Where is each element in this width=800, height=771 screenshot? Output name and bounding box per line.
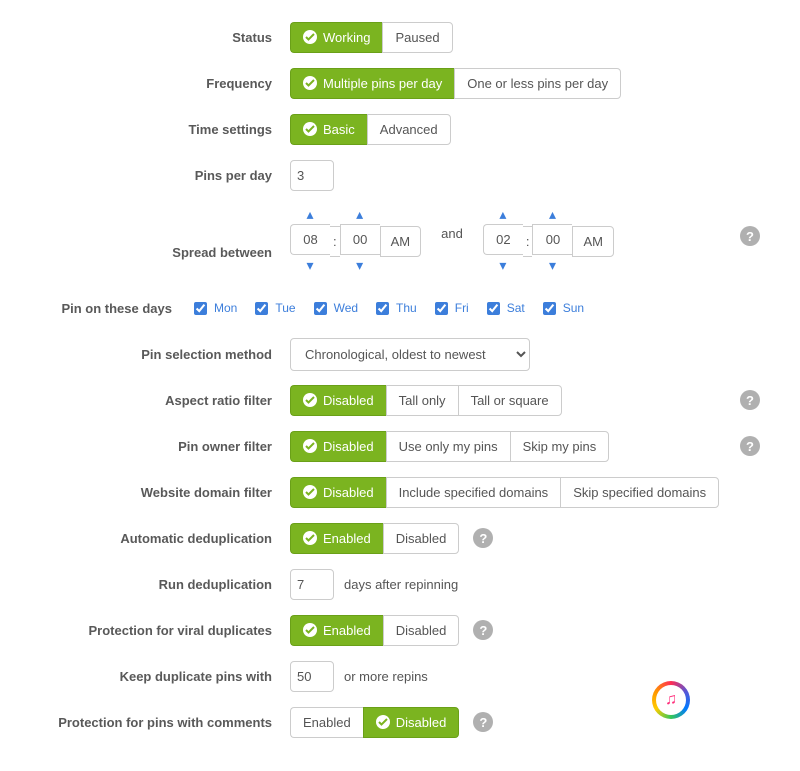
day-thu[interactable]: Thu (372, 299, 417, 318)
comments-label: Protection for pins with comments (30, 715, 290, 730)
owner-label: Pin owner filter (30, 439, 290, 454)
domain-label: Website domain filter (30, 485, 290, 500)
run-dedup-label: Run deduplication (30, 577, 290, 592)
pins-per-day-label: Pins per day (30, 168, 290, 183)
day-wed-checkbox[interactable] (314, 302, 327, 315)
day-sun-checkbox[interactable] (543, 302, 556, 315)
spread-from-time: ▴ ▾ : ▴ ▾ AM (290, 204, 421, 279)
frequency-multiple-button[interactable]: Multiple pins per day (290, 68, 454, 99)
chevron-up-icon[interactable]: ▴ (306, 204, 313, 224)
check-icon (303, 531, 317, 545)
day-mon[interactable]: Mon (190, 299, 237, 318)
status-label: Status (30, 30, 290, 45)
check-icon (303, 122, 317, 136)
keep-dup-input[interactable] (290, 661, 334, 692)
day-fri[interactable]: Fri (431, 299, 469, 318)
day-fri-checkbox[interactable] (435, 302, 448, 315)
spread-from-ampm[interactable]: AM (380, 226, 422, 257)
domain-disabled-button[interactable]: Disabled (290, 477, 386, 508)
run-dedup-input[interactable] (290, 569, 334, 600)
viral-enabled-button[interactable]: Enabled (290, 615, 383, 646)
time-basic-label: Basic (323, 122, 355, 137)
day-sun[interactable]: Sun (539, 299, 584, 318)
check-icon (303, 485, 317, 499)
check-icon (303, 30, 317, 44)
status-working-label: Working (323, 30, 370, 45)
spread-to-time: ▴ ▾ : ▴ ▾ AM (483, 204, 614, 279)
owner-skip-button[interactable]: Skip my pins (510, 431, 610, 462)
owner-mine-button[interactable]: Use only my pins (386, 431, 510, 462)
frequency-label: Frequency (30, 76, 290, 91)
keep-dup-label: Keep duplicate pins with (30, 669, 290, 684)
spread-from-min-input[interactable] (340, 224, 380, 255)
music-icon: ♫ (652, 681, 690, 719)
aspect-tall-button[interactable]: Tall only (386, 385, 458, 416)
help-icon[interactable]: ? (740, 226, 760, 246)
frequency-multiple-label: Multiple pins per day (323, 76, 442, 91)
frequency-single-button[interactable]: One or less pins per day (454, 68, 621, 99)
dedup-enabled-button[interactable]: Enabled (290, 523, 383, 554)
help-icon[interactable]: ? (473, 620, 493, 640)
aspect-tall-square-button[interactable]: Tall or square (458, 385, 562, 416)
chevron-up-icon[interactable]: ▴ (499, 204, 506, 224)
day-tue[interactable]: Tue (251, 299, 295, 318)
time-colon: : (523, 226, 533, 257)
domain-skip-button[interactable]: Skip specified domains (560, 477, 719, 508)
time-basic-button[interactable]: Basic (290, 114, 367, 145)
spread-to-ampm[interactable]: AM (572, 226, 614, 257)
status-paused-button[interactable]: Paused (382, 22, 452, 53)
help-icon[interactable]: ? (740, 436, 760, 456)
status-toggle: Working Paused (290, 22, 453, 53)
chevron-down-icon[interactable]: ▾ (356, 255, 363, 275)
time-colon: : (330, 226, 340, 257)
dedup-disabled-button[interactable]: Disabled (383, 523, 460, 554)
day-tue-checkbox[interactable] (255, 302, 268, 315)
comments-enabled-button[interactable]: Enabled (290, 707, 363, 738)
help-icon[interactable]: ? (473, 712, 493, 732)
spread-to-hour-input[interactable] (483, 224, 523, 255)
owner-disabled-button[interactable]: Disabled (290, 431, 386, 462)
check-icon (303, 393, 317, 407)
viral-label: Protection for viral duplicates (30, 623, 290, 638)
chevron-up-icon[interactable]: ▴ (356, 204, 363, 224)
selection-method-label: Pin selection method (30, 347, 290, 362)
dedup-label: Automatic deduplication (30, 531, 290, 546)
day-sat[interactable]: Sat (483, 299, 525, 318)
time-settings-label: Time settings (30, 122, 290, 137)
chevron-down-icon[interactable]: ▾ (306, 255, 313, 275)
day-wed[interactable]: Wed (310, 299, 358, 318)
status-working-button[interactable]: Working (290, 22, 382, 53)
chevron-down-icon[interactable]: ▾ (499, 255, 506, 275)
check-icon (303, 439, 317, 453)
days-checkboxes: Mon Tue Wed Thu Fri Sat Sun (190, 299, 770, 318)
selection-method-select[interactable]: Chronological, oldest to newest (290, 338, 530, 371)
spread-to-min-input[interactable] (532, 224, 572, 255)
domain-include-button[interactable]: Include specified domains (386, 477, 561, 508)
spread-and-label: and (441, 226, 463, 241)
comments-disabled-button[interactable]: Disabled (363, 707, 460, 738)
aspect-label: Aspect ratio filter (30, 393, 290, 408)
check-icon (303, 76, 317, 90)
help-icon[interactable]: ? (740, 390, 760, 410)
chevron-up-icon[interactable]: ▴ (549, 204, 556, 224)
day-mon-checkbox[interactable] (194, 302, 207, 315)
spread-from-hour-input[interactable] (290, 224, 330, 255)
viral-disabled-button[interactable]: Disabled (383, 615, 460, 646)
chevron-down-icon[interactable]: ▾ (549, 255, 556, 275)
pins-per-day-input[interactable] (290, 160, 334, 191)
day-sat-checkbox[interactable] (487, 302, 500, 315)
days-label: Pin on these days (30, 301, 190, 316)
spread-label: Spread between (30, 245, 290, 260)
keep-dup-suffix: or more repins (344, 669, 428, 684)
check-icon (376, 715, 390, 729)
day-thu-checkbox[interactable] (376, 302, 389, 315)
check-icon (303, 623, 317, 637)
aspect-disabled-button[interactable]: Disabled (290, 385, 386, 416)
help-icon[interactable]: ? (473, 528, 493, 548)
time-advanced-button[interactable]: Advanced (367, 114, 451, 145)
run-dedup-suffix: days after repinning (344, 577, 458, 592)
